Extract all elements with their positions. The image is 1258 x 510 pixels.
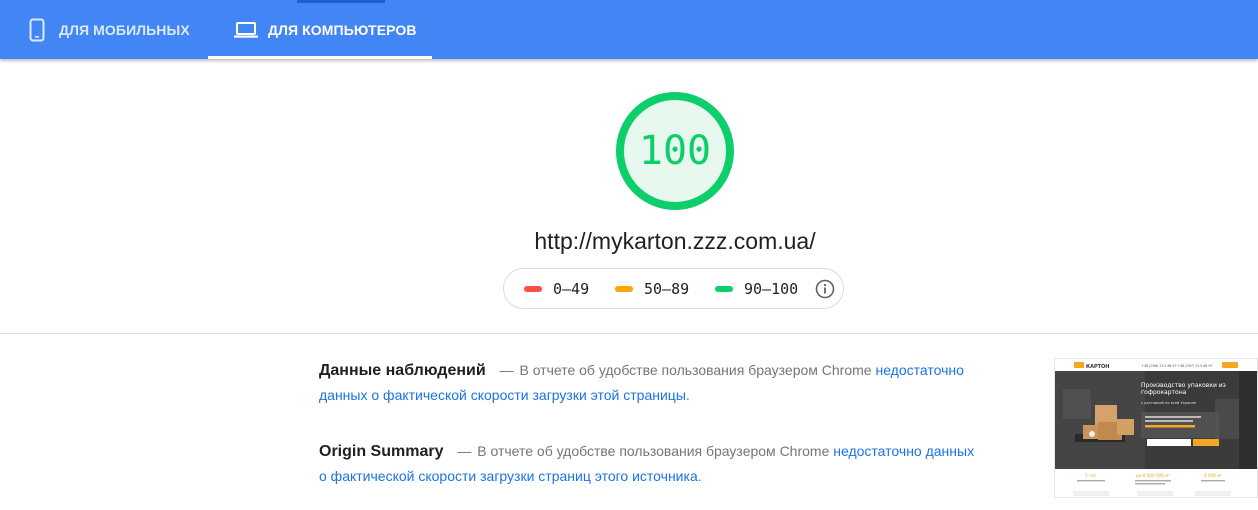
legend-bar-pass	[715, 285, 733, 292]
thumb-stat-3: 4 000 м²	[1204, 473, 1222, 478]
tab-mobile-label: ДЛЯ МОБИЛЬНЫХ	[59, 21, 190, 38]
thumbnail-image: КАРТОН +38 (098) 213 48 97 +38 (097) 213…	[1055, 359, 1257, 497]
thumb-stat-2: до 8 000 000 м²	[1136, 473, 1171, 478]
section-divider	[0, 333, 1258, 334]
page-url: http://mykarton.zzz.com.ua/	[534, 228, 816, 254]
thumb-headline-1: Производство упаковки из	[1141, 382, 1226, 389]
laptop-icon	[234, 21, 258, 39]
thumb-phone-2: +38 (097) 213 48 97	[1177, 364, 1213, 368]
smartphone-icon	[29, 18, 45, 42]
origin-summary-period: .	[697, 468, 702, 484]
legend-item-pass: 90–100	[715, 269, 798, 308]
info-icon[interactable]	[815, 279, 835, 299]
origin-summary-dash: —	[457, 443, 472, 459]
legend-bar-fail	[524, 285, 542, 292]
tab-mobile[interactable]: ДЛЯ МОБИЛЬНЫХ	[29, 0, 190, 59]
field-data-title: Данные наблюдений	[319, 362, 486, 379]
thumb-logo: КАРТОН	[1086, 364, 1109, 370]
tab-desktop[interactable]: ДЛЯ КОМПЬЮТЕРОВ	[234, 0, 417, 59]
legend-label: 50–89	[644, 279, 690, 298]
legend-item-fail: 0–49	[524, 269, 589, 308]
legend-label: 90–100	[744, 279, 799, 298]
thumb-subline: с доставкой по всей Украине	[1141, 401, 1197, 405]
field-data-period: .	[685, 387, 690, 403]
field-data-dash: —	[499, 362, 514, 378]
thumb-stat-1: 5 лет	[1085, 473, 1097, 478]
legend-item-average: 50–89	[615, 269, 689, 308]
active-tab-indicator	[208, 56, 432, 59]
page-screenshot-thumbnail: КАРТОН +38 (098) 213 48 97 +38 (097) 213…	[1054, 358, 1258, 498]
origin-summary-title: Origin Summary	[319, 443, 444, 460]
origin-summary-section: Origin Summary — В отчете об удобстве по…	[319, 439, 984, 489]
thumb-headline-2: гофрокартона	[1141, 389, 1187, 396]
performance-score: 100	[638, 128, 712, 174]
tab-bar: ДЛЯ МОБИЛЬНЫХ ДЛЯ КОМПЬЮТЕРОВ	[0, 0, 1258, 59]
legend-bar-average	[615, 285, 633, 292]
tab-desktop-label: ДЛЯ КОМПЬЮТЕРОВ	[268, 21, 417, 38]
field-data-section: Данные наблюдений — В отчете об удобстве…	[319, 358, 969, 408]
score-legend: 0–49 50–89 90–100	[503, 268, 844, 309]
origin-summary-text: В отчете об удобстве пользования браузер…	[477, 443, 834, 459]
legend-label: 0–49	[553, 279, 590, 298]
thumb-phone-1: +38 (098) 213 48 97	[1141, 364, 1177, 368]
field-data-text: В отчете об удобстве пользования браузер…	[519, 362, 876, 378]
